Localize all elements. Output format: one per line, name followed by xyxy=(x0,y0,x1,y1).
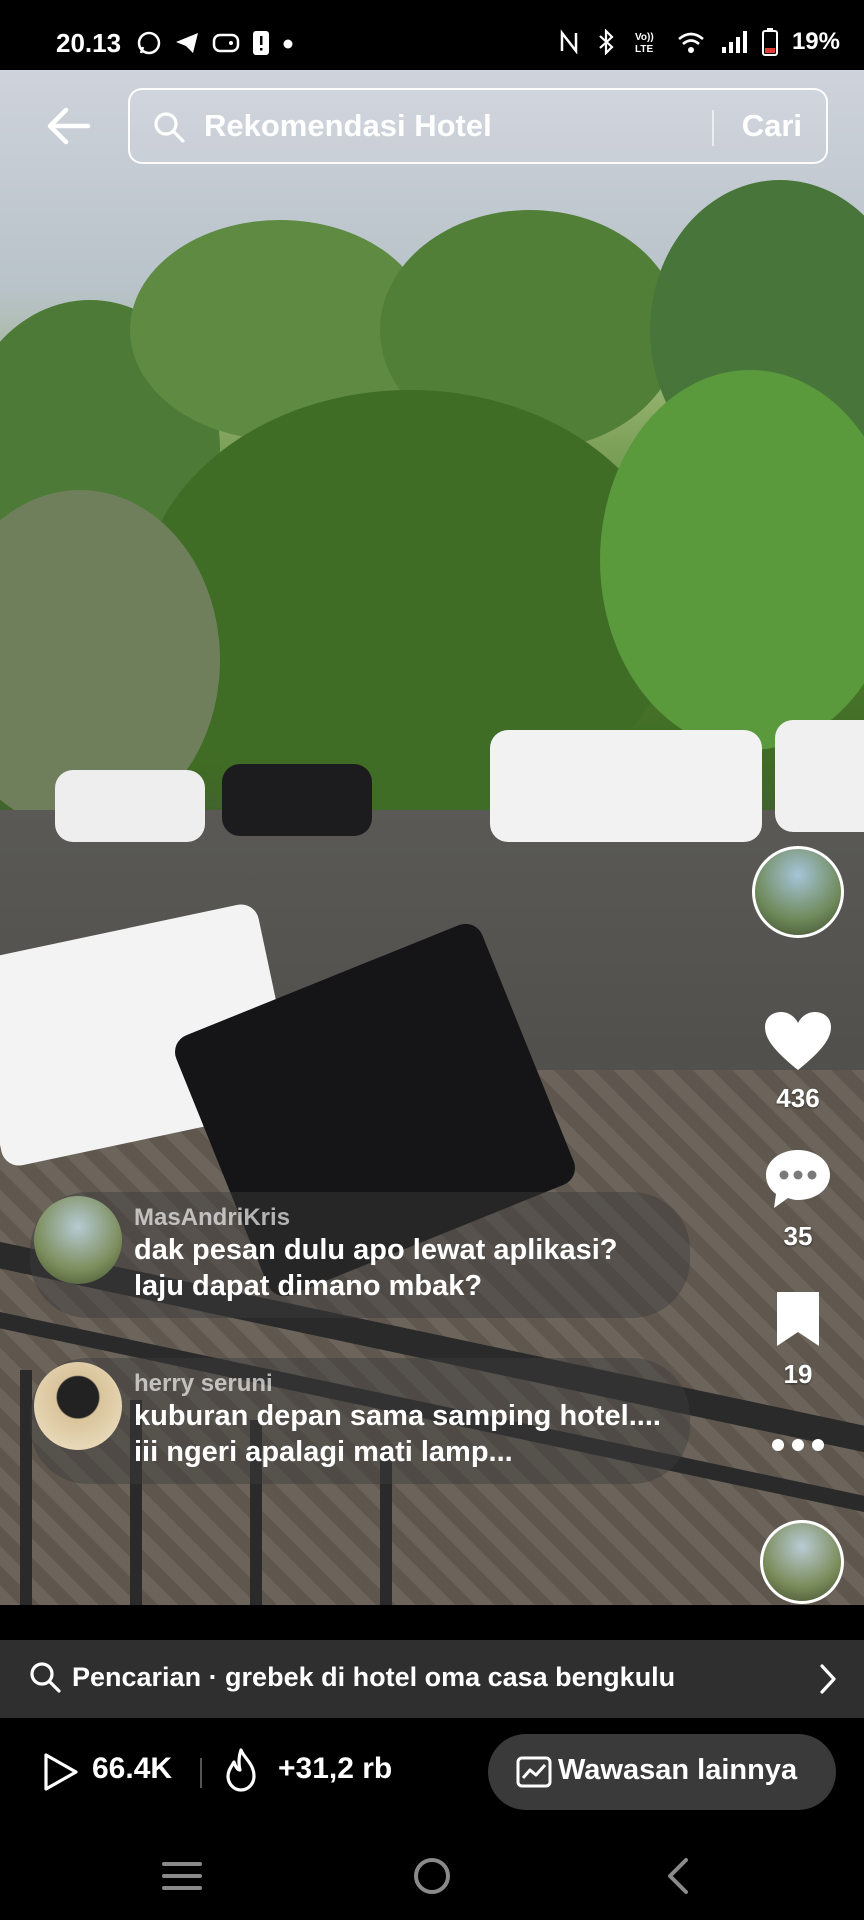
comment-username: MasAndriKris xyxy=(134,1204,291,1231)
more-options-button[interactable] xyxy=(752,1430,844,1465)
comment-text: dak pesan dulu apo lewat aplikasi? laju … xyxy=(134,1234,618,1302)
save-button[interactable]: 19 xyxy=(752,1290,844,1390)
whatsapp-icon xyxy=(137,31,161,55)
wifi-icon xyxy=(678,32,704,53)
svg-text:Vo)): Vo)) xyxy=(635,32,654,43)
bluetooth-icon xyxy=(599,29,614,55)
search-query: Rekomendasi Hotel xyxy=(204,108,492,143)
sound-disc[interactable] xyxy=(760,1520,844,1604)
search-suggestion-bar[interactable]: Pencarian · grebek di hotel oma casa ben… xyxy=(0,1640,864,1718)
battery-percent: 19% xyxy=(791,28,840,55)
insights-label: Wawasan lainnya xyxy=(558,1754,798,1786)
notification-icons xyxy=(136,30,294,56)
insights-button[interactable]: Wawasan lainnya xyxy=(488,1734,836,1810)
search-icon xyxy=(154,112,185,143)
white-car xyxy=(55,770,205,842)
search-submit-button[interactable]: Cari xyxy=(742,108,802,144)
game-icon xyxy=(212,33,240,53)
comment-button[interactable]: 35 xyxy=(752,1148,844,1252)
bookmark-icon xyxy=(777,1292,819,1346)
search-input[interactable]: Rekomendasi Hotel Cari xyxy=(128,88,828,164)
stats-divider xyxy=(200,1758,202,1788)
signal-icon xyxy=(721,31,747,53)
volte-icon: Vo))LTE xyxy=(635,32,654,55)
chevron-right-icon xyxy=(820,1664,836,1694)
home-icon[interactable] xyxy=(402,1846,462,1906)
recent-apps-icon[interactable] xyxy=(152,1846,212,1906)
battery-icon xyxy=(761,28,778,56)
black-car xyxy=(222,764,372,836)
view-count: 66.4K xyxy=(92,1752,173,1785)
system-nav-bar xyxy=(0,1826,864,1920)
stats-bar: 66.4K +31,2 rb Wawasan lainnya xyxy=(0,1718,864,1826)
telegram-icon xyxy=(176,33,198,53)
status-time: 20.13 xyxy=(56,28,122,58)
dot-icon xyxy=(283,39,293,49)
suggestion-text: Pencarian · grebek di hotel oma casa ben… xyxy=(72,1662,676,1692)
search-divider xyxy=(712,110,714,146)
comment-item[interactable]: MasAndriKris dak pesan dulu apo lewat ap… xyxy=(30,1192,690,1318)
system-icons: Vo)) LTE 19% xyxy=(558,28,840,56)
more-dots-icon xyxy=(772,1439,824,1451)
comment-username: herry seruni xyxy=(134,1370,273,1397)
white-truck xyxy=(775,720,864,832)
sim-alert-icon xyxy=(253,31,269,55)
save-count: 19 xyxy=(783,1359,813,1389)
comment-count: 35 xyxy=(783,1221,813,1251)
back-nav-icon[interactable] xyxy=(650,1846,710,1906)
comment-bubble-icon xyxy=(766,1150,830,1208)
comment-avatar xyxy=(34,1196,122,1284)
status-bar: 20.13 Vo)) LTE 19% xyxy=(0,0,864,70)
nfc-icon xyxy=(560,29,578,55)
comment-item[interactable]: herry seruni kuburan depan sama samping … xyxy=(30,1358,690,1484)
back-arrow-icon[interactable] xyxy=(42,100,94,152)
comment-avatar xyxy=(34,1362,122,1450)
play-icon xyxy=(44,1753,78,1791)
creator-avatar[interactable] xyxy=(752,846,844,938)
white-suv xyxy=(490,730,762,842)
like-count: 436 xyxy=(776,1083,820,1113)
flame-icon xyxy=(226,1748,256,1792)
svg-text:LTE: LTE xyxy=(635,44,653,55)
trend-chart-icon xyxy=(516,1756,552,1788)
heart-icon xyxy=(765,1012,831,1070)
comment-text: kuburan depan sama samping hotel.... iii… xyxy=(134,1400,661,1468)
search-icon xyxy=(30,1662,61,1693)
like-button[interactable]: 436 xyxy=(752,1010,844,1114)
trend-count: +31,2 rb xyxy=(278,1752,393,1785)
